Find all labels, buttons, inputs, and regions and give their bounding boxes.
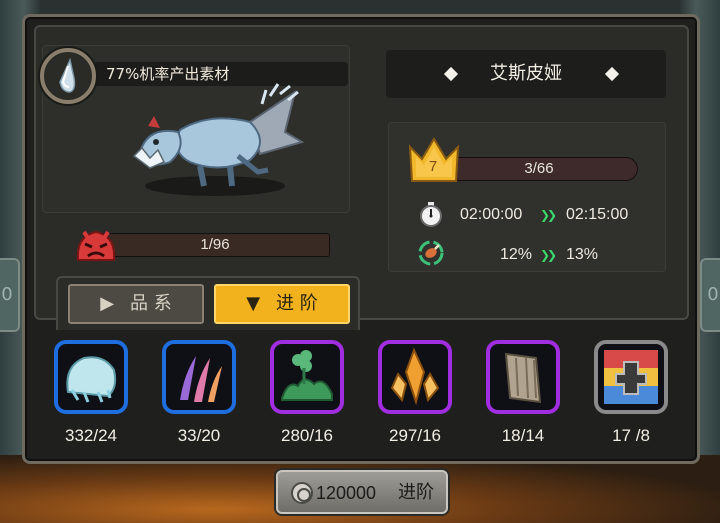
tab-advance[interactable]: ▼ 进 阶 bbox=[214, 284, 350, 324]
tab-quality-label: 品 系 bbox=[130, 293, 172, 314]
material-count-1: 332/24 bbox=[65, 426, 117, 445]
meat-cycle-icon bbox=[418, 240, 444, 266]
right-side-tab[interactable]: 0 bbox=[700, 258, 720, 332]
level-number: 7 bbox=[428, 158, 438, 175]
coin-icon bbox=[291, 482, 313, 504]
rate-next: 13% bbox=[566, 246, 599, 263]
banner-emblem-icon bbox=[604, 350, 658, 404]
tab-advance-label: 进 阶 bbox=[276, 293, 318, 314]
play-triangle-icon: ▶ bbox=[100, 293, 115, 314]
level-progress-text: 3/66 bbox=[524, 160, 554, 177]
material-slot-3[interactable] bbox=[270, 340, 344, 414]
material-slot-2[interactable] bbox=[162, 340, 236, 414]
material-slot-5[interactable] bbox=[486, 340, 560, 414]
left-side-tab[interactable]: 0 bbox=[0, 258, 20, 332]
wood-plank-icon bbox=[504, 352, 542, 404]
hp-text: 1/96 bbox=[200, 236, 230, 253]
down-triangle-icon: ▼ bbox=[246, 293, 261, 314]
ice-dragon-image bbox=[132, 83, 305, 196]
time-next: 02:15:00 bbox=[566, 206, 629, 223]
advance-button-label: 进阶 bbox=[398, 482, 434, 503]
material-count-5: 18/14 bbox=[501, 426, 545, 445]
material-slot-4[interactable] bbox=[378, 340, 452, 414]
claw-icon bbox=[180, 356, 222, 402]
material-count-3: 280/16 bbox=[281, 426, 333, 445]
ice-shard-icon bbox=[40, 48, 96, 104]
clover-bush-icon bbox=[281, 350, 333, 401]
amber-crystal-icon bbox=[390, 347, 440, 406]
material-count-6: 17 /8 bbox=[612, 426, 650, 445]
angry-face-icon bbox=[76, 230, 116, 261]
tab-quality[interactable]: ▶ 品 系 bbox=[68, 284, 204, 324]
material-slot-6[interactable] bbox=[594, 340, 668, 414]
rate-upgrade-arrow: ❯❯ bbox=[540, 248, 557, 262]
advance-cost: 120000 bbox=[316, 483, 377, 503]
material-count-4: 297/16 bbox=[389, 426, 441, 445]
material-slot-1[interactable] bbox=[54, 340, 128, 414]
time-upgrade-arrow: ❯❯ bbox=[540, 208, 557, 222]
rate-current: 12% bbox=[500, 246, 533, 263]
material-count-2: 33/20 bbox=[177, 426, 221, 445]
stopwatch-icon bbox=[420, 202, 442, 227]
ice-rock-icon bbox=[66, 356, 117, 403]
time-current: 02:00:00 bbox=[460, 206, 523, 223]
monster-name: 艾斯皮娅 bbox=[490, 63, 562, 84]
